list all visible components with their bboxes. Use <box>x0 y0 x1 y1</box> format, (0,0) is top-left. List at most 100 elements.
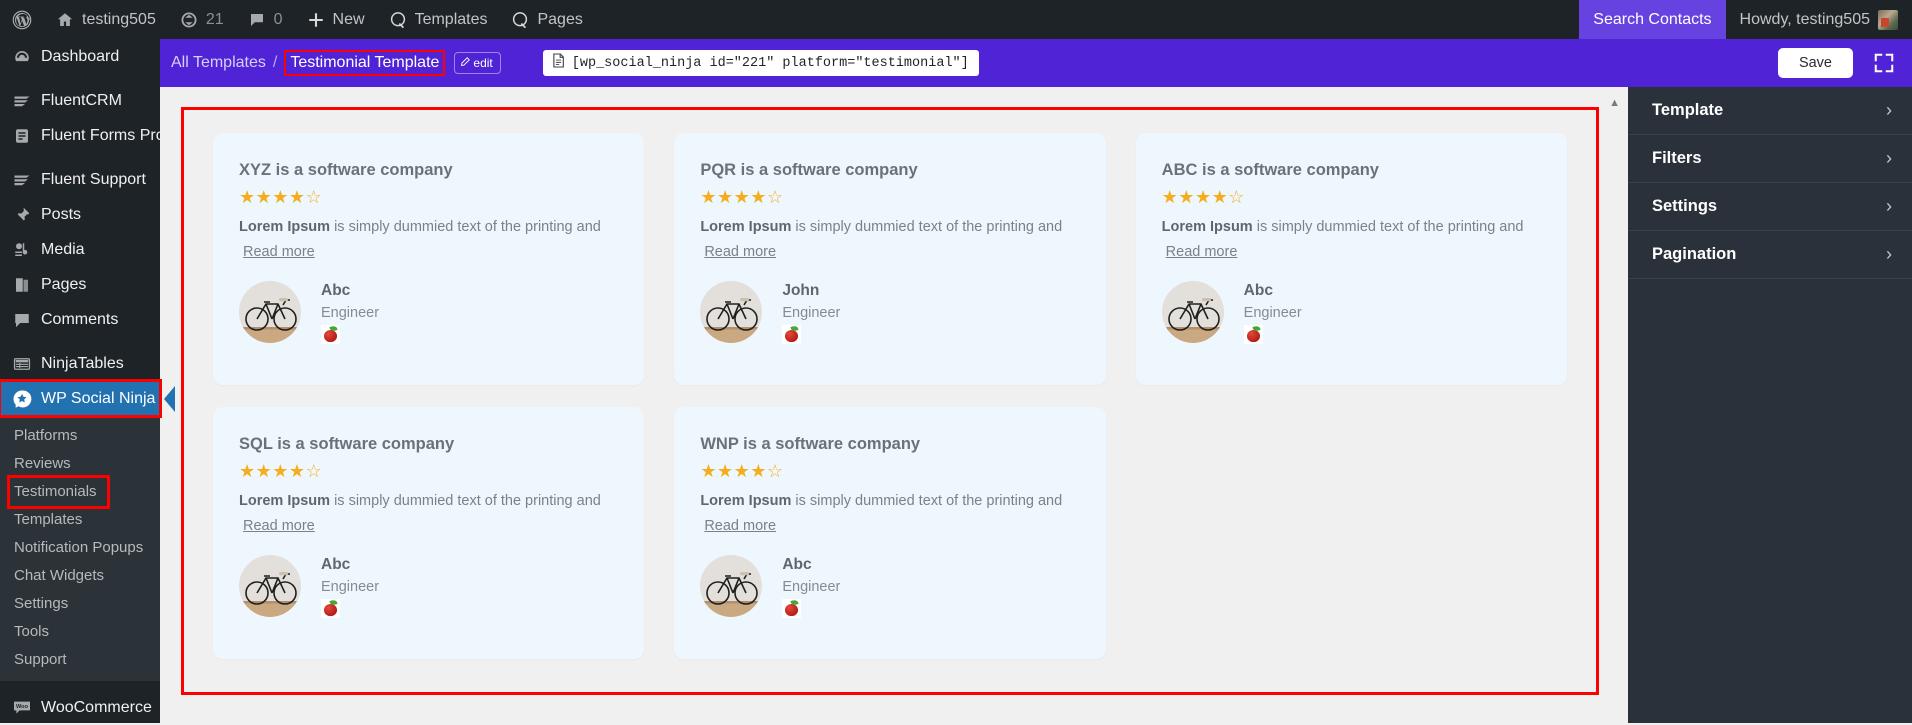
rating-stars: ★★★★☆ <box>700 186 1079 209</box>
chevron-right-icon: › <box>1886 244 1892 264</box>
testimonial-author: Abc Engineer <box>1161 280 1541 350</box>
red-apple-emoji <box>782 325 802 345</box>
home-icon <box>56 11 74 29</box>
sidebar-subitem-reviews[interactable]: Reviews <box>0 450 160 478</box>
author-avatar <box>700 280 763 343</box>
rating-stars: ★★★★☆ <box>239 186 618 209</box>
panel-row-pagination[interactable]: Pagination › <box>1628 231 1912 279</box>
wordpress-logo-menu[interactable] <box>0 0 44 39</box>
testimonial-body-rest: is simply dummied text of the printing a… <box>330 219 601 236</box>
testimonial-card[interactable]: PQR is a software company ★★★★☆ Lorem Ip… <box>674 133 1106 385</box>
sidebar-subitem-tools[interactable]: Tools <box>0 618 160 646</box>
author-avatar <box>1161 280 1224 343</box>
testimonial-card[interactable]: ABC is a software company ★★★★☆ Lorem Ip… <box>1135 133 1567 385</box>
site-name-menu[interactable]: testing505 <box>44 0 168 39</box>
testimonial-card-cell: ABC is a software company ★★★★☆ Lorem Ip… <box>1121 122 1582 396</box>
adminbar-templates-menu[interactable]: Templates <box>377 0 500 39</box>
star-filled-icon: ★ <box>750 460 767 481</box>
read-more-link[interactable]: Read more <box>243 518 315 534</box>
sidebar-subitem-chat-widgets[interactable]: Chat Widgets <box>0 562 160 590</box>
sidebar-subitem-templates[interactable]: Templates <box>0 506 160 534</box>
read-more-link[interactable]: Read more <box>704 244 776 260</box>
sidebar-label: Fluent Support <box>41 170 146 188</box>
avatar <box>1878 9 1898 30</box>
testimonial-card[interactable]: SQL is a software company ★★★★☆ Lorem Ip… <box>213 407 645 659</box>
sidebar-item-pages[interactable]: Pages <box>0 267 160 302</box>
wp-admin-bar: testing505 21 0 New Templates Pages Sear… <box>0 0 1912 39</box>
comments-menu[interactable]: 0 <box>236 0 295 39</box>
pin-icon <box>12 206 32 224</box>
author-avatar <box>239 280 301 343</box>
testimonial-body-rest: is simply dummied text of the printing a… <box>330 493 601 510</box>
sidebar-label: WooCommerce <box>41 698 152 716</box>
save-button[interactable]: Save <box>1777 48 1853 78</box>
sidebar-item-ninjatables[interactable]: NinjaTables <box>0 346 160 381</box>
adminbar-pages-menu[interactable]: Pages <box>499 0 594 39</box>
fullscreen-icon[interactable] <box>1873 52 1895 74</box>
read-more-link[interactable]: Read more <box>1166 244 1238 260</box>
adminbar-templates-label: Templates <box>414 10 488 28</box>
panel-row-label: Pagination <box>1652 245 1737 263</box>
author-role: Engineer <box>321 579 380 596</box>
star-filled-icon: ★ <box>1194 186 1212 207</box>
testimonial-card-cell: XYZ is a software company ★★★★☆ Lorem Ip… <box>198 122 659 396</box>
testimonial-body-rest: is simply dummied text of the printing a… <box>791 493 1063 510</box>
star-filled-icon: ★ <box>239 460 256 481</box>
read-more-row: Read more <box>700 512 1079 535</box>
sidebar-item-wp-social-ninja[interactable]: WP Social Ninja <box>0 379 175 418</box>
search-contacts-button[interactable]: Search Contacts <box>1579 0 1726 39</box>
breadcrumb-current-template[interactable]: Testimonial Template <box>284 50 446 76</box>
rating-stars: ★★★★☆ <box>700 460 1079 483</box>
new-label: New <box>332 10 365 28</box>
read-more-link[interactable]: Read more <box>243 244 315 260</box>
panel-row-template[interactable]: Template › <box>1628 87 1912 135</box>
chevron-right-icon: › <box>1886 100 1892 120</box>
star-empty-icon: ☆ <box>766 460 784 481</box>
scroll-up-icon[interactable]: ▲ <box>1609 98 1620 109</box>
testimonial-card[interactable]: WNP is a software company ★★★★☆ Lorem Ip… <box>674 407 1106 659</box>
panel-row-filters[interactable]: Filters › <box>1628 135 1912 183</box>
author-meta: John Engineer <box>782 281 840 350</box>
menu-separator <box>0 337 160 346</box>
panel-row-label: Template <box>1652 101 1724 119</box>
star-filled-icon: ★ <box>288 186 306 207</box>
sidebar-item-dashboard[interactable]: Dashboard <box>0 39 160 74</box>
sidebar-item-media[interactable]: Media <box>0 232 160 267</box>
sidebar-item-comments[interactable]: Comments <box>0 302 160 337</box>
testimonial-title: ABC is a software company <box>1161 161 1379 179</box>
comments-count: 0 <box>273 10 283 28</box>
sidebar-subitem-settings[interactable]: Settings <box>0 590 160 618</box>
author-name: John <box>782 281 820 299</box>
shortcode-field[interactable]: [wp_social_ninja id="221" platform="test… <box>542 50 979 76</box>
updates-count: 21 <box>205 10 224 28</box>
edit-template-name-button[interactable]: edit <box>454 52 501 74</box>
updates-menu[interactable]: 21 <box>168 0 236 39</box>
sidebar-subitem-platforms[interactable]: Platforms <box>0 422 160 450</box>
testimonial-body-rest: is simply dummied text of the printing a… <box>1252 219 1524 236</box>
author-meta: Abc Engineer <box>1243 281 1302 350</box>
menu-separator <box>0 153 160 162</box>
new-content-menu[interactable]: New <box>295 0 377 39</box>
panel-row-settings[interactable]: Settings › <box>1628 183 1912 231</box>
sidebar-label: Dashboard <box>41 47 120 65</box>
sidebar-label: Media <box>41 240 85 258</box>
sidebar-item-fluentcrm[interactable]: FluentCRM <box>0 83 160 118</box>
sidebar-subitem-notification-popups[interactable]: Notification Popups <box>0 534 160 562</box>
testimonial-card[interactable]: XYZ is a software company ★★★★☆ Lorem Ip… <box>213 133 645 385</box>
breadcrumb-all-templates[interactable]: All Templates <box>171 54 266 72</box>
plus-icon <box>307 11 325 29</box>
sidebar-item-woocommerce[interactable]: Woo WooCommerce <box>0 690 160 725</box>
testimonial-title: XYZ is a software company <box>239 161 453 179</box>
testimonial-body: Lorem Ipsum is simply dummied text of th… <box>1162 218 1541 238</box>
comment-bubble-icon <box>248 11 266 29</box>
my-account-menu[interactable]: Howdy, testing505 <box>1726 0 1912 39</box>
sidebar-item-fluent-forms-pro[interactable]: Fluent Forms Pro <box>0 118 165 153</box>
fluent-forms-icon <box>12 127 32 145</box>
sidebar-item-posts[interactable]: Posts <box>0 197 160 232</box>
read-more-link[interactable]: Read more <box>704 518 776 534</box>
sidebar-subitem-support[interactable]: Support <box>0 646 160 674</box>
sidebar-subitem-testimonials[interactable]: Testimonials <box>7 475 110 509</box>
testimonial-body-bold: Lorem Ipsum <box>1161 219 1253 236</box>
social-ninja-icon <box>511 11 529 29</box>
sidebar-item-fluent-support[interactable]: Fluent Support <box>0 162 160 197</box>
